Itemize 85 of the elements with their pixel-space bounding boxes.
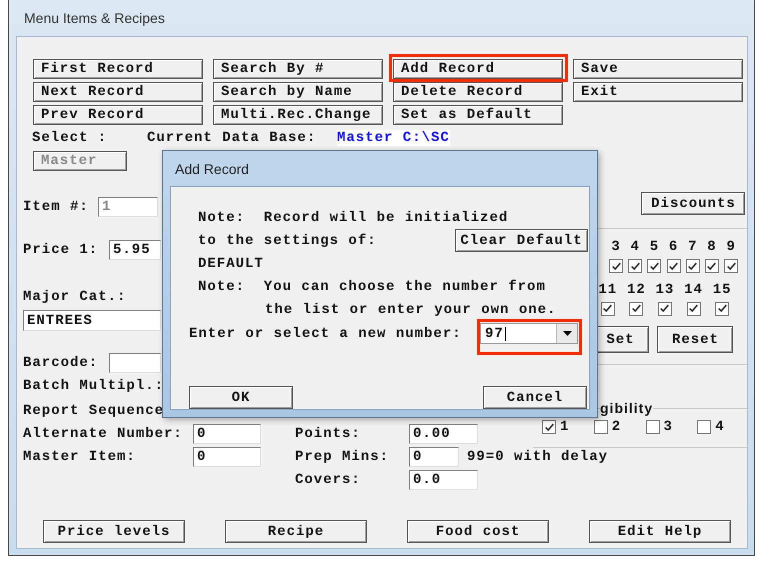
dropdown-arrow-icon: [562, 331, 572, 336]
dialog-text: to the settings of:: [197, 232, 377, 250]
dialog-title: Add Record: [174, 160, 250, 178]
checkbox[interactable]: [542, 420, 556, 434]
prompt-label: Enter or select a new number:: [189, 326, 463, 342]
record-button[interactable]: Next Record: [33, 82, 203, 102]
number-combo[interactable]: 97: [480, 323, 578, 344]
checkbox[interactable]: [666, 259, 681, 273]
level-number: 4: [630, 239, 641, 255]
record-button[interactable]: Save: [573, 59, 743, 79]
action-button[interactable]: Edit Help: [589, 520, 731, 543]
reset-button[interactable]: Reset: [657, 326, 734, 353]
level-number: 14: [683, 282, 704, 298]
checkbox[interactable]: [647, 259, 662, 273]
field-label: Price 1:: [23, 242, 100, 258]
hint-text: 99=0 with delay: [467, 448, 608, 464]
field-label: Major Cat.:: [23, 289, 126, 305]
clear-default-button[interactable]: Clear Default: [455, 229, 588, 252]
points-field[interactable]: 0.00: [409, 424, 478, 444]
dialog-text: Note: Record will be initialized: [197, 208, 510, 228]
option-label: 3: [664, 419, 673, 435]
action-button[interactable]: Price levels: [43, 520, 185, 543]
checkbox[interactable]: [646, 420, 660, 434]
ok-button[interactable]: OK: [189, 386, 293, 409]
record-button[interactable]: Search by Name: [213, 82, 383, 102]
level-number: 12: [626, 282, 647, 298]
action-button[interactable]: Recipe: [225, 520, 367, 543]
record-button[interactable]: Multi.Rec.Change: [213, 105, 383, 125]
record-button[interactable]: Delete Record: [393, 82, 563, 102]
barcode-field[interactable]: [109, 353, 161, 373]
field-label: Points:: [295, 426, 362, 442]
checkbox[interactable]: [704, 259, 719, 273]
record-button[interactable]: Add Record: [393, 59, 563, 79]
checkbox[interactable]: [600, 302, 615, 316]
checkbox[interactable]: [609, 259, 624, 273]
dialog-text: DEFAULT: [197, 254, 265, 274]
checkbox[interactable]: [686, 302, 701, 316]
option-label: 1: [560, 419, 570, 435]
cancel-button[interactable]: Cancel: [483, 386, 587, 409]
master-item-field[interactable]: 0: [193, 446, 261, 466]
select-label: Select :: [32, 130, 108, 146]
checkbox[interactable]: [628, 259, 642, 273]
checkbox[interactable]: [724, 259, 738, 273]
level-number: 11: [597, 282, 618, 298]
action-button[interactable]: Food cost: [407, 520, 549, 543]
field-label: Report Sequence: [23, 402, 164, 418]
record-button[interactable]: Exit: [573, 82, 743, 102]
level-number: 7: [687, 239, 698, 255]
dialog-text: the list or enter your own one.: [264, 300, 558, 320]
level-number: 13: [654, 282, 676, 298]
level-number: 9: [725, 239, 737, 255]
record-button[interactable]: Set as Default: [393, 105, 563, 125]
checkbox[interactable]: [629, 302, 644, 316]
database-label: Current Data Base:: [147, 130, 318, 146]
field-label: Prep Mins:: [295, 448, 390, 464]
covers-field[interactable]: 0.0: [409, 470, 478, 490]
level-number: 8: [706, 239, 718, 255]
level-number: 15: [712, 282, 733, 298]
checkbox[interactable]: [686, 259, 700, 273]
field-label: Alternate Number:: [23, 426, 184, 442]
field-label: Master Item:: [23, 448, 137, 464]
option-label: 2: [612, 419, 622, 435]
checkbox[interactable]: [594, 420, 608, 434]
field-label: Item #:: [23, 199, 90, 215]
level-number: 6: [668, 239, 680, 255]
level-number: 3: [610, 239, 622, 255]
checkbox[interactable]: [715, 302, 730, 316]
record-button[interactable]: First Record: [33, 59, 203, 79]
field-label: Batch Multipl.:: [23, 378, 164, 394]
field-label: Covers:: [295, 472, 362, 488]
field-label: Barcode:: [23, 355, 100, 371]
category-field[interactable]: ENTREES: [23, 310, 161, 331]
window-title: Menu Items & Recipes: [23, 9, 166, 28]
discounts-button[interactable]: Discounts: [641, 192, 746, 215]
alternate-number-field[interactable]: 0: [193, 424, 261, 444]
dialog-text: Note: You can choose the number from: [197, 278, 547, 296]
record-button[interactable]: Prev Record: [33, 105, 203, 125]
database-path: Master C:\SC: [337, 130, 450, 146]
level-number: 5: [648, 239, 660, 255]
prep-mins-field[interactable]: 0: [409, 446, 459, 466]
checkbox[interactable]: [658, 302, 672, 316]
option-label: 4: [715, 419, 725, 435]
checkbox[interactable]: [697, 420, 712, 434]
record-button[interactable]: Search By #: [213, 59, 383, 79]
price-field[interactable]: 5.95: [109, 240, 161, 260]
